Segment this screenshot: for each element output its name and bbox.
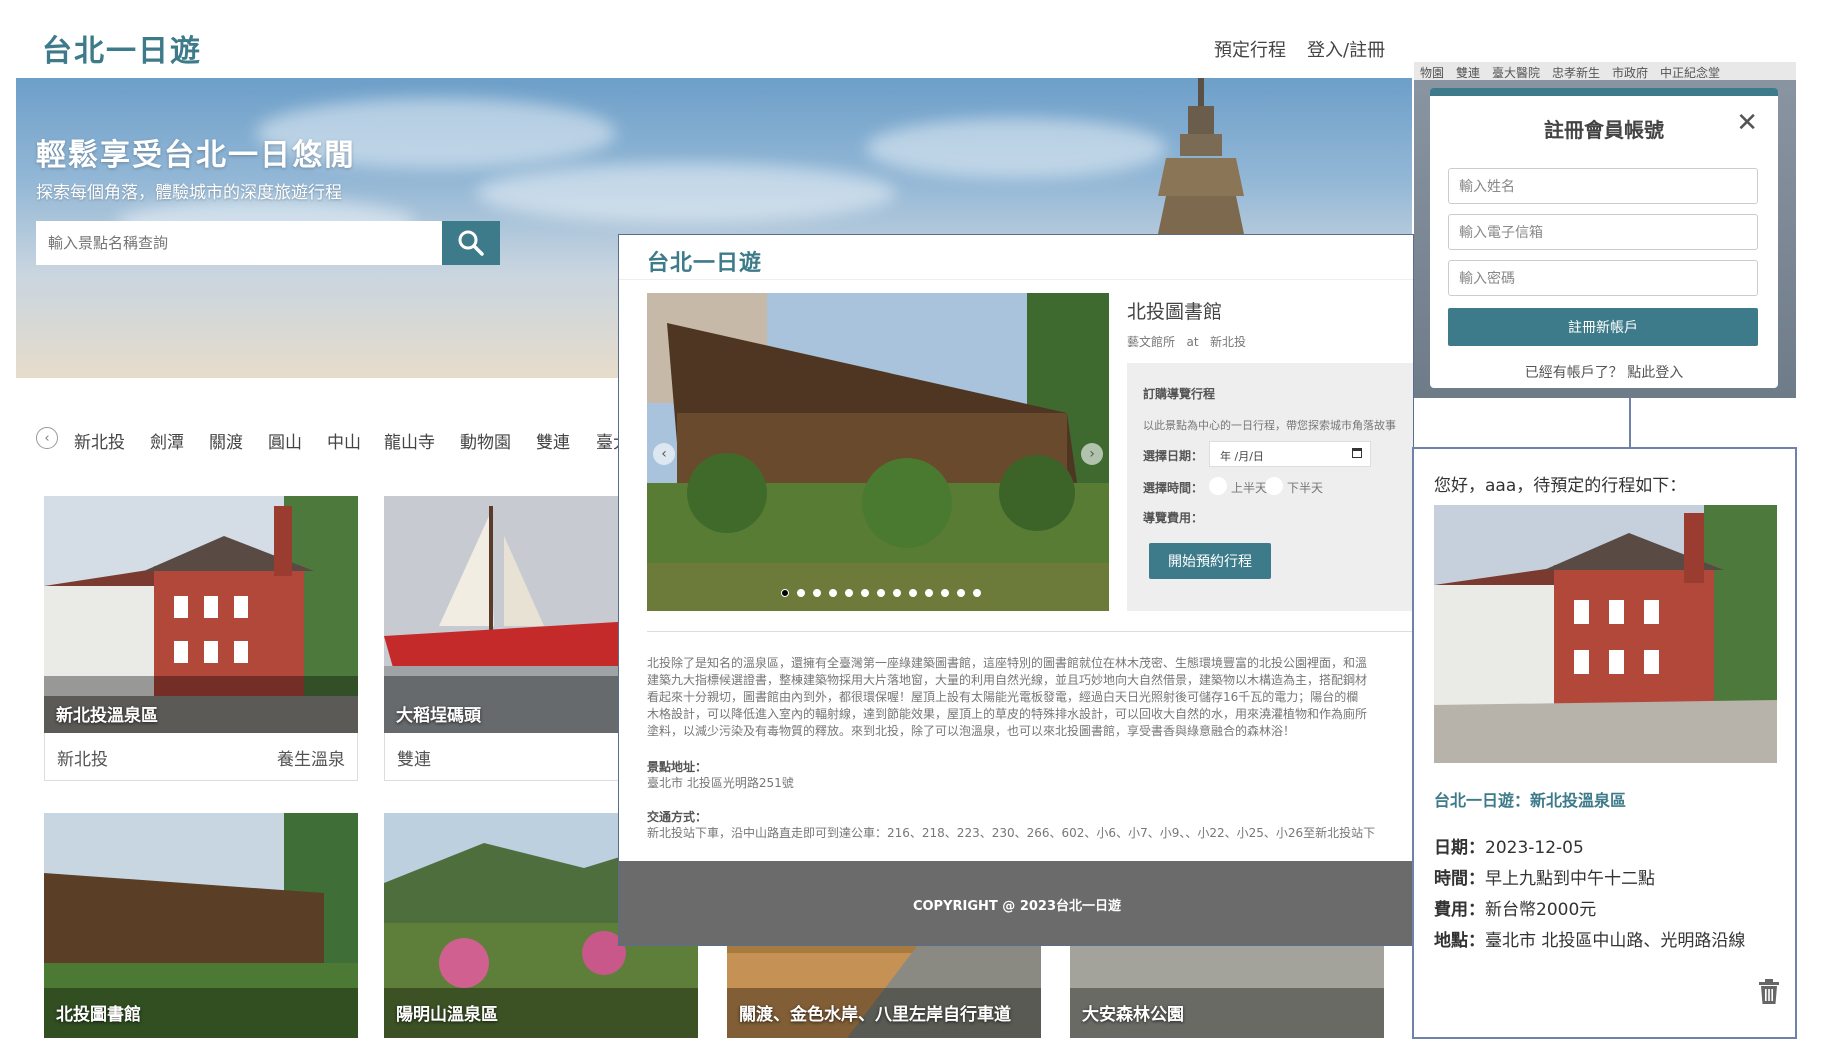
- footer: COPYRIGHT @ 2023台北一日遊: [619, 861, 1413, 945]
- carousel-prev-icon[interactable]: ‹: [653, 443, 675, 465]
- card-district: 新北投: [57, 750, 108, 770]
- booking-fee: 費用：新台幣2000元: [1434, 900, 1597, 920]
- transport-value: 新北投站下車，沿中山路直走即可到達公車：216、218、223、230、266、…: [647, 826, 1376, 840]
- card-title: 大稻埕碼頭: [396, 706, 481, 726]
- category-zoo[interactable]: 動物園: [460, 428, 511, 453]
- card-footer: 雙連: [384, 733, 634, 781]
- fee-label: 導覽費用：: [1143, 511, 1204, 525]
- nav-login-link[interactable]: 登入/註冊: [1307, 36, 1385, 62]
- booking-place: 地點：臺北市 北投區中山路、光明路沿線: [1434, 931, 1746, 951]
- connector-line: [1629, 398, 1631, 447]
- attraction-meta: 藝文館所 at 新北投: [1127, 333, 1246, 350]
- card-title: 北投圖書館: [56, 1005, 141, 1025]
- card-footer: 新北投 養生溫泉: [44, 733, 358, 781]
- attraction-district: 新北投: [1209, 335, 1246, 349]
- booking-image: [1434, 505, 1777, 763]
- site-logo[interactable]: 台北一日遊: [42, 26, 202, 70]
- password-input[interactable]: 輸入密碼: [1448, 260, 1758, 296]
- image-carousel[interactable]: ‹ ›: [647, 293, 1109, 611]
- header: 台北一日遊 預定行程 登入/註冊: [16, 16, 1412, 78]
- time-radio-morning[interactable]: [1209, 477, 1227, 495]
- booking-form: 訂購導覽行程 以此景點為中心的一日行程，帶您探索城市角落故事 選擇日期： 年 /…: [1127, 363, 1413, 611]
- date-label: 選擇日期：: [1143, 449, 1204, 463]
- at-label: at: [1186, 335, 1199, 349]
- category-longshan[interactable]: 龍山寺: [384, 428, 435, 453]
- attraction-title: 北投圖書館: [1127, 301, 1223, 323]
- card-title: 關渡、金色水岸、八里左岸自行車道: [739, 1005, 1011, 1025]
- booking-heading: 訂購導覽行程: [1143, 387, 1216, 401]
- divider: [619, 279, 1413, 280]
- card-district: 雙連: [397, 750, 431, 770]
- greeting: 您好，aaa，待預定的行程如下：: [1434, 476, 1687, 496]
- hero-subtitle: 探索每個角落，體驗城市的深度旅遊行程: [36, 183, 342, 203]
- trash-icon[interactable]: [1758, 979, 1780, 1005]
- detail-logo[interactable]: 台北一日遊: [647, 245, 762, 277]
- time-option-afternoon: 下半天: [1287, 481, 1324, 495]
- email-input[interactable]: 輸入電子信箱: [1448, 214, 1758, 250]
- nav-booking-link[interactable]: 預定行程: [1214, 36, 1286, 62]
- booking-desc: 以此景點為中心的一日行程，帶您探索城市角落故事: [1143, 419, 1396, 432]
- register-modal: 註冊會員帳號 ✕ 輸入姓名 輸入電子信箱 輸入密碼 註冊新帳戶 已經有帳戶了？ …: [1430, 88, 1778, 388]
- time-option-morning: 上半天: [1231, 481, 1268, 495]
- category-shuanglian[interactable]: 雙連: [536, 428, 570, 453]
- login-link[interactable]: 已經有帳戶了？ 點此登入: [1430, 362, 1778, 382]
- attraction-detail-page: 台北一日遊 ‹ › 北投圖書館 藝文館所 at 新北投 訂購導覽行程 以此景點為…: [618, 234, 1414, 946]
- card-image: [44, 496, 358, 733]
- attraction-category: 藝文館所: [1127, 335, 1176, 349]
- search-button[interactable]: [442, 221, 500, 265]
- search-icon: [458, 230, 484, 256]
- trip-name: 台北一日遊：新北投溫泉區: [1434, 791, 1627, 810]
- attraction-card[interactable]: 新北投溫泉區 新北投 養生溫泉: [44, 496, 358, 781]
- date-input[interactable]: 年 /月/日: [1209, 441, 1371, 467]
- booking-time: 時間：早上九點到中午十二點: [1434, 869, 1655, 889]
- close-icon[interactable]: ✕: [1736, 110, 1758, 136]
- category-zhongshan[interactable]: 中山: [327, 428, 361, 453]
- carousel-dots[interactable]: [781, 589, 981, 597]
- start-booking-button[interactable]: 開始預約行程: [1149, 543, 1271, 579]
- category-yuanshan[interactable]: 圓山: [268, 428, 302, 453]
- carousel-next-icon[interactable]: ›: [1081, 443, 1103, 465]
- time-radio-afternoon[interactable]: [1265, 477, 1283, 495]
- backdrop-category-bar: 物園 雙連 臺大醫院 忠孝新生 市政府 中正紀念堂: [1414, 62, 1796, 80]
- card-image: [384, 496, 634, 733]
- register-button[interactable]: 註冊新帳戶: [1448, 308, 1758, 346]
- hero-title: 輕鬆享受台北一日悠閒: [36, 138, 356, 173]
- attraction-description: 北投除了是知名的溫泉區，還擁有全臺灣第一座綠建築圖書館，這座特別的圖書館就位在林…: [647, 656, 1368, 738]
- attraction-card[interactable]: 大稻埕碼頭 雙連: [384, 496, 634, 781]
- category-prev-icon[interactable]: ‹: [36, 427, 58, 449]
- card-title: 陽明山溫泉區: [396, 1005, 498, 1025]
- category-guandu[interactable]: 關渡: [209, 428, 243, 453]
- card-tag: 養生溫泉: [277, 750, 345, 770]
- booking-summary-panel: 您好，aaa，待預定的行程如下： 台北一日遊：新北投溫泉區 日期：2023-12…: [1412, 447, 1797, 1039]
- name-input[interactable]: 輸入姓名: [1448, 168, 1758, 204]
- search-input[interactable]: [36, 221, 442, 265]
- divider: [647, 631, 1413, 632]
- category-jiantan[interactable]: 劍潭: [150, 428, 184, 453]
- register-title: 註冊會員帳號: [1544, 118, 1664, 142]
- time-label: 選擇時間：: [1143, 481, 1204, 495]
- attraction-card[interactable]: 北投圖書館: [44, 813, 358, 1038]
- card-title: 新北投溫泉區: [56, 706, 158, 726]
- address-label: 景點地址：: [647, 760, 708, 774]
- transport-label: 交通方式：: [647, 810, 708, 824]
- address-value: 臺北市 北投區光明路251號: [647, 776, 794, 790]
- category-xinbeitou[interactable]: 新北投: [74, 428, 125, 453]
- calendar-icon: [1352, 448, 1362, 458]
- card-title: 大安森林公園: [1082, 1005, 1184, 1025]
- booking-date: 日期：2023-12-05: [1434, 838, 1584, 858]
